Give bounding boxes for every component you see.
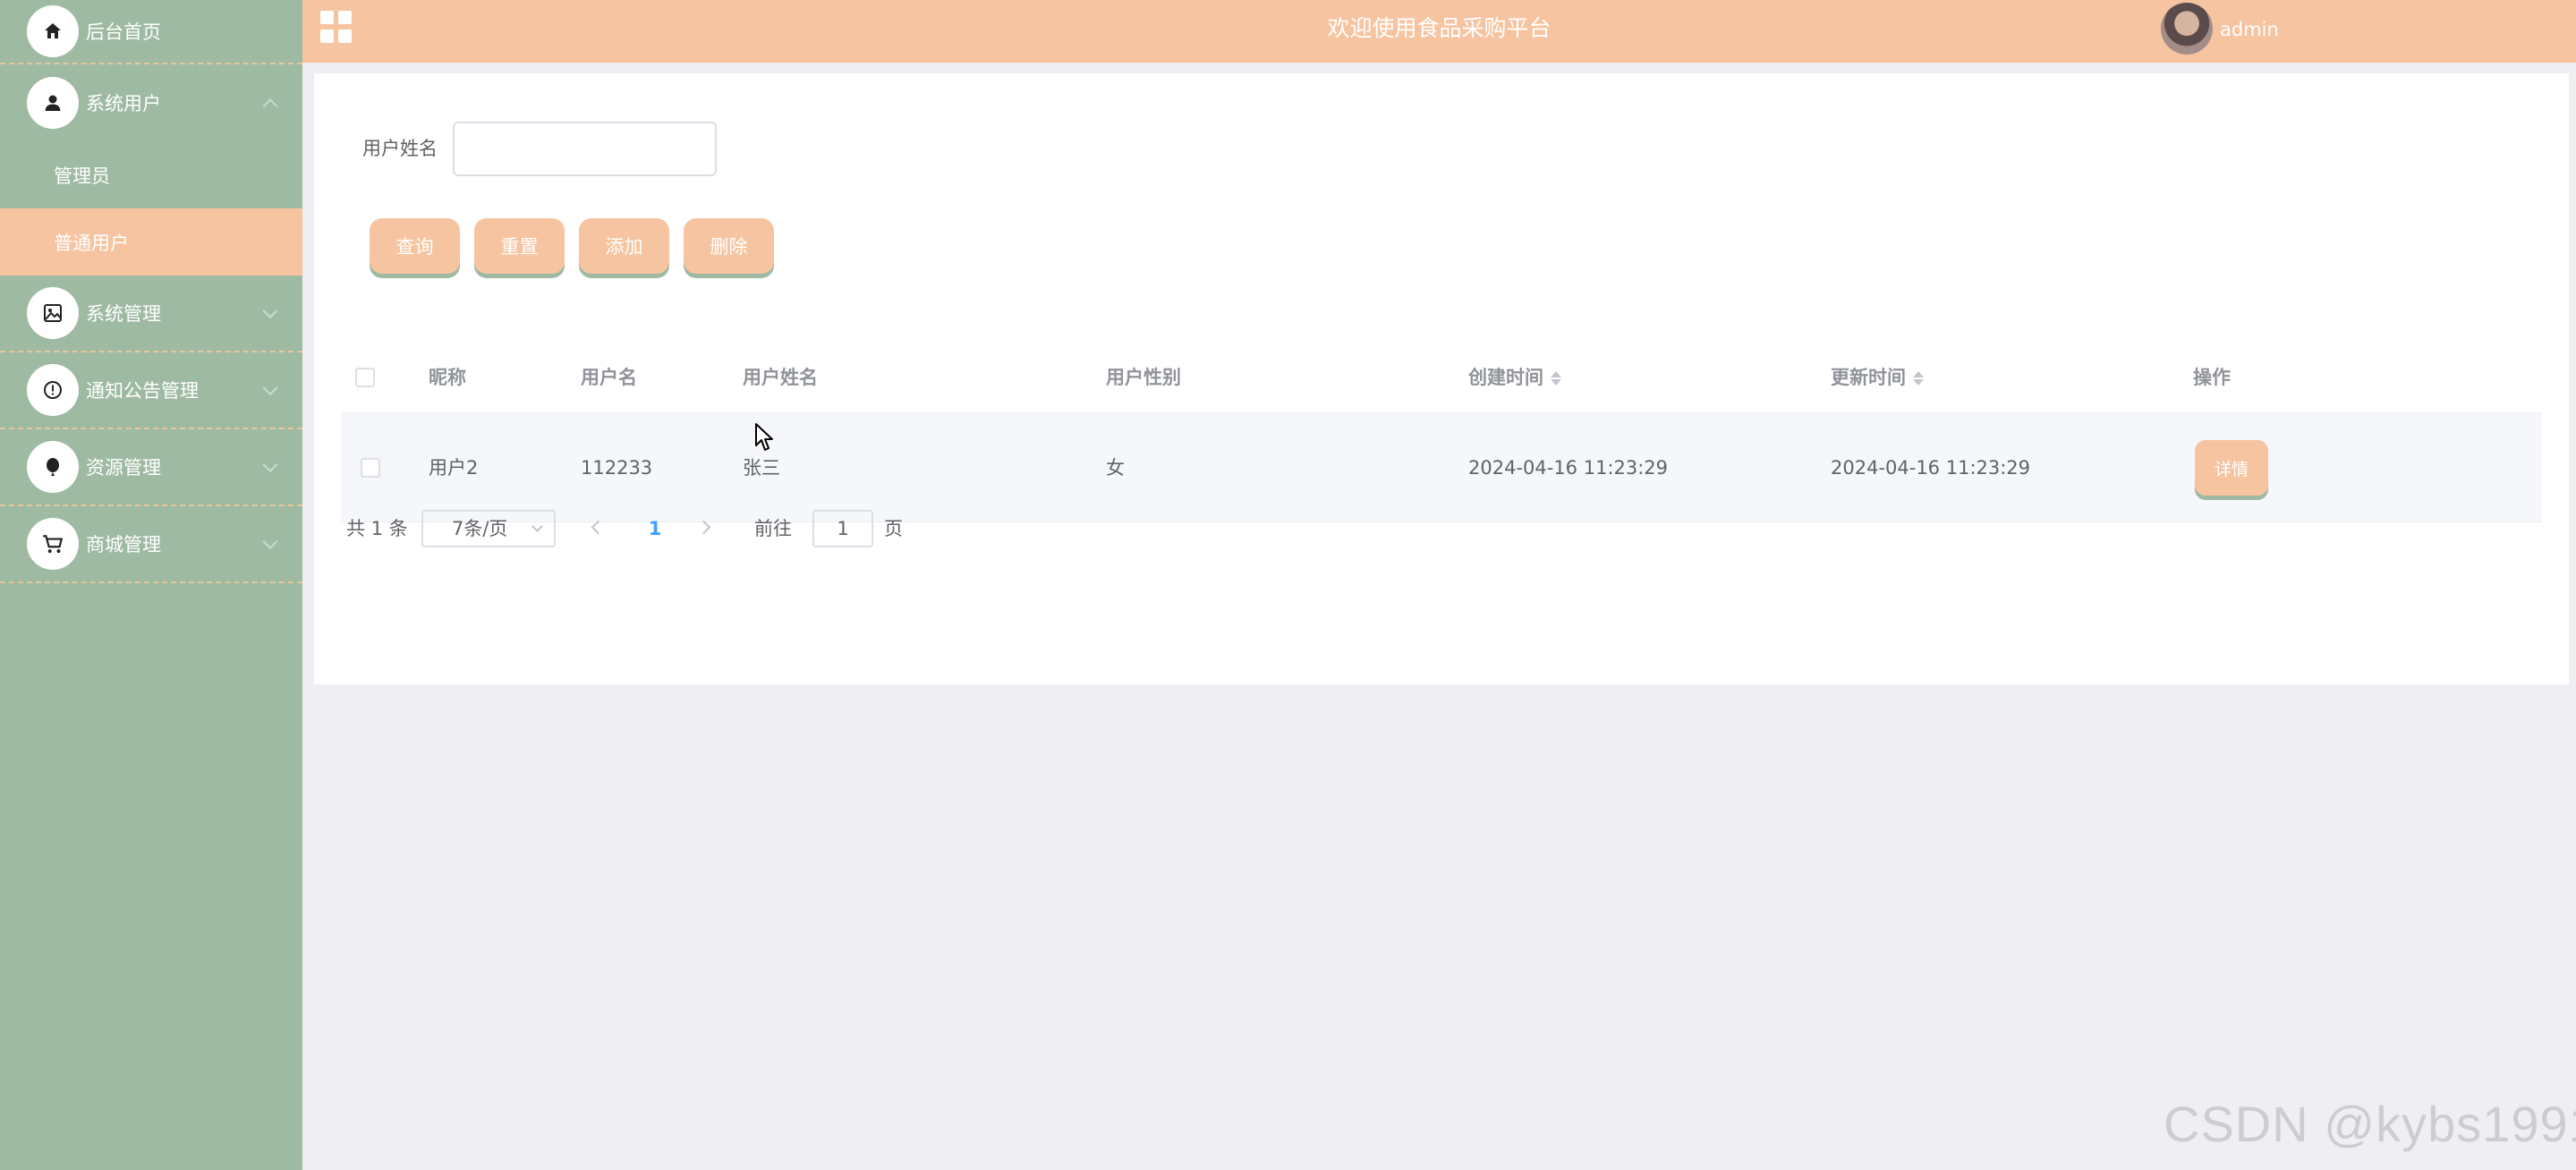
- column-header-label: 创建时间: [1468, 367, 1543, 388]
- watermark: CSDN @kybs1991: [2164, 1096, 2576, 1152]
- query-button[interactable]: 查询: [370, 218, 460, 274]
- column-header-created[interactable]: 创建时间: [1468, 342, 1561, 413]
- sort-icon[interactable]: [1551, 369, 1561, 387]
- chevron-down-icon: [262, 534, 278, 550]
- column-header-realname: 用户姓名: [743, 367, 818, 388]
- table-row[interactable]: 用户2 112233 张三 女 2024-04-16 11:23:29 2024…: [341, 413, 2542, 522]
- sort-icon[interactable]: [1913, 369, 1924, 387]
- image-icon: [27, 287, 79, 339]
- page-size-value: 7条/页: [452, 518, 508, 539]
- top-header: 欢迎使用食品采购平台 admin: [302, 0, 2576, 63]
- username-label[interactable]: admin: [2220, 0, 2279, 59]
- user-icon: [27, 77, 79, 129]
- content-card: 用户姓名 查询 重置 添加 删除 昵称 用户名 用户姓名 用户性别 创建时间 更…: [314, 73, 2569, 684]
- pagination-total: 共 1 条: [346, 518, 408, 539]
- chevron-up-icon: [262, 98, 278, 114]
- sidebar-subitem-admin[interactable]: 管理员: [0, 141, 302, 208]
- sidebar-item-label: 资源管理: [86, 457, 161, 479]
- alert-circle-icon: [27, 364, 79, 416]
- add-button[interactable]: 添加: [579, 218, 669, 274]
- chevron-down-icon: [262, 380, 278, 396]
- column-header-updated[interactable]: 更新时间: [1831, 342, 1924, 413]
- sidebar-item-home[interactable]: 后台首页: [0, 0, 302, 64]
- sidebar-item-label: 后台首页: [86, 21, 161, 43]
- sidebar-item-system-users[interactable]: 系统用户: [0, 64, 302, 141]
- cell-username: 112233: [581, 457, 653, 479]
- sidebar-item-label: 系统用户: [86, 93, 161, 114]
- table-header: 昵称 用户名 用户姓名 用户性别 创建时间 更新时间 操作: [341, 342, 2542, 413]
- chevron-down-icon: [262, 303, 278, 319]
- prev-page-icon[interactable]: [591, 520, 606, 535]
- sidebar-item-system-management[interactable]: 系统管理: [0, 276, 302, 352]
- sidebar-item-resource-management[interactable]: 资源管理: [0, 429, 302, 506]
- chevron-down-icon: [262, 457, 278, 473]
- chevron-down-icon: [531, 521, 543, 532]
- pagination: 共 1 条 7条/页 1 前往 1 页: [346, 510, 1062, 547]
- user-table: 昵称 用户名 用户姓名 用户性别 创建时间 更新时间 操作 用户2 112233…: [341, 342, 2542, 522]
- sidebar-item-label: 通知公告管理: [86, 380, 199, 402]
- sidebar-item-mall-management[interactable]: 商城管理: [0, 506, 302, 583]
- reset-button[interactable]: 重置: [474, 218, 565, 274]
- delete-button[interactable]: 删除: [684, 218, 774, 274]
- cell-gender: 女: [1106, 457, 1125, 479]
- goto-page-input[interactable]: 1: [812, 510, 873, 547]
- cell-created: 2024-04-16 11:23:29: [1468, 457, 1669, 479]
- page-size-select[interactable]: 7条/页: [421, 510, 556, 547]
- row-checkbox[interactable]: [361, 458, 380, 478]
- column-header-gender: 用户性别: [1106, 367, 1181, 388]
- page-number[interactable]: 1: [642, 510, 668, 547]
- sidebar-subitem-normal-users[interactable]: 普通用户: [0, 208, 302, 276]
- sidebar: 后台首页 系统用户 管理员 普通用户 系统管理 通知公告管理 资源管理 商城管理: [0, 0, 302, 1170]
- cell-nickname: 用户2: [429, 457, 479, 479]
- search-input[interactable]: [453, 122, 717, 176]
- avatar[interactable]: [2161, 3, 2213, 55]
- next-page-icon[interactable]: [696, 520, 711, 535]
- cart-icon: [27, 518, 79, 570]
- search-label: 用户姓名: [362, 138, 438, 159]
- column-header-label: 更新时间: [1831, 367, 1906, 388]
- select-all-checkbox[interactable]: [355, 368, 375, 387]
- column-header-nickname: 昵称: [429, 367, 466, 388]
- sidebar-item-notice-management[interactable]: 通知公告管理: [0, 352, 302, 429]
- home-icon: [27, 5, 79, 57]
- column-header-actions: 操作: [2193, 367, 2231, 388]
- mouse-cursor-icon: [755, 423, 773, 451]
- goto-label: 前往: [754, 518, 792, 539]
- goto-unit-label: 页: [884, 518, 903, 539]
- detail-button[interactable]: 详情: [2195, 440, 2268, 496]
- balloon-icon: [27, 441, 79, 493]
- column-header-username: 用户名: [581, 367, 637, 388]
- cell-updated: 2024-04-16 11:23:29: [1831, 457, 2031, 479]
- sidebar-item-label: 系统管理: [86, 303, 161, 325]
- sidebar-item-label: 商城管理: [86, 534, 161, 555]
